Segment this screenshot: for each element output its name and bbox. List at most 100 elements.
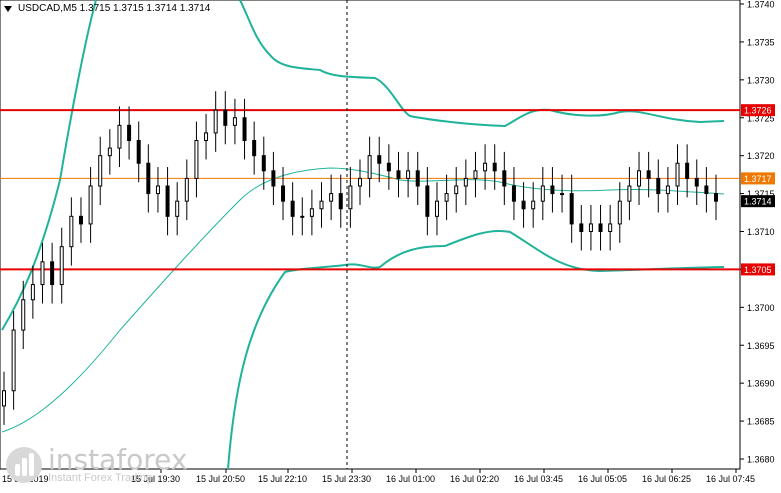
candle-body: [290, 200, 295, 217]
candle-body: [223, 109, 228, 126]
level-price-label: 1.3726: [744, 106, 772, 116]
candle-body: [213, 109, 218, 134]
candle-body: [98, 155, 103, 187]
candle-body: [560, 193, 565, 196]
instaforex-watermark: instaforex Instant Forex Trading: [6, 446, 187, 484]
x-tick-label: 16 Jul 07:45: [706, 474, 755, 484]
candle-body: [78, 215, 83, 225]
candle-body: [155, 185, 160, 195]
y-tick-label: 1.3735: [747, 37, 775, 47]
watermark-name: instaforex: [48, 443, 188, 476]
candle-body: [685, 162, 690, 179]
instaforex-logo-icon: [6, 447, 42, 483]
chart-title: USDCAD,M5 1.3715 1.3715 1.3714 1.3714: [4, 3, 210, 14]
candle-body: [232, 117, 237, 126]
plot-area: [0, 0, 741, 470]
current-price-label: 1.3714: [744, 197, 772, 207]
x-tick-label: 15 Jul 23:30: [322, 474, 371, 484]
candle-body: [59, 246, 64, 286]
y-tick-label: 1.3700: [747, 303, 775, 313]
candle-body: [30, 284, 35, 301]
level-price-label: 1.3705: [744, 265, 772, 275]
candle-body: [588, 223, 593, 233]
candle-body: [261, 155, 266, 172]
candle-body: [2, 390, 6, 407]
x-tick-label: 16 Jul 05:05: [578, 474, 627, 484]
y-tick-label: 1.3680: [747, 455, 775, 465]
candle-body: [300, 215, 305, 218]
candle-body: [675, 162, 680, 187]
candle-body: [194, 140, 199, 179]
candle-body: [107, 147, 112, 157]
candle-body: [521, 200, 526, 210]
candle-body: [617, 200, 622, 225]
candle-body: [338, 193, 343, 210]
candle-body: [463, 177, 468, 187]
candle-body: [406, 170, 411, 179]
candle-body: [11, 329, 16, 392]
x-tick-label: 16 Jul 03:45: [514, 474, 563, 484]
candle-body: [69, 215, 74, 248]
x-tick-label: 16 Jul 06:25: [642, 474, 691, 484]
candle-body: [656, 177, 661, 195]
candle-body: [204, 132, 209, 142]
candle-body: [136, 140, 141, 164]
candle-body: [627, 185, 632, 202]
candle-body: [386, 162, 391, 172]
price-chart[interactable]: 1.37401.37351.37301.37251.37201.37151.37…: [0, 0, 781, 489]
candle-body: [348, 185, 353, 210]
candle-body: [550, 185, 555, 195]
candle-body: [21, 299, 26, 331]
y-tick-label: 1.3685: [747, 417, 775, 427]
candle-body: [714, 193, 718, 202]
y-tick-label: 1.3720: [747, 151, 775, 161]
candle-body: [271, 170, 276, 187]
candle-body: [502, 170, 507, 187]
candle-body: [608, 223, 613, 233]
candle-body: [492, 162, 497, 172]
candle-body: [646, 170, 651, 179]
candle-body: [454, 185, 459, 195]
y-tick-label: 1.3710: [747, 227, 775, 237]
y-tick-label: 1.3740: [747, 0, 775, 10]
candle-body: [377, 155, 382, 164]
candle-body: [598, 223, 603, 233]
candle-body: [117, 124, 122, 149]
y-tick-label: 1.3690: [747, 379, 775, 389]
candle-body: [569, 193, 574, 225]
level-price-label: 1.3717: [744, 174, 772, 184]
candle-body: [511, 185, 516, 202]
candle-body: [694, 177, 699, 187]
candle-body: [396, 170, 401, 179]
candle-body: [329, 193, 334, 202]
candle-body: [242, 117, 247, 141]
x-tick-label: 16 Jul 01:00: [386, 474, 435, 484]
candle-body: [309, 208, 314, 217]
candle-body: [415, 170, 420, 187]
candle-body: [637, 170, 642, 187]
candle-body: [50, 261, 55, 286]
candle-body: [127, 124, 132, 142]
candle-body: [358, 177, 362, 187]
dropdown-triangle-icon[interactable]: [4, 5, 12, 12]
x-tick-label: 16 Jul 02:20: [450, 474, 499, 484]
price-axis: 1.37401.37351.37301.37251.37201.37151.37…: [740, 0, 775, 465]
candle-body: [40, 261, 45, 286]
x-tick-label: 15 Jul 22:10: [258, 474, 307, 484]
candle-body: [165, 185, 170, 217]
candle-body: [367, 155, 372, 179]
y-tick-label: 1.3695: [747, 341, 775, 351]
candle-body: [146, 162, 151, 195]
candle-body: [319, 200, 324, 210]
candle-body: [425, 185, 430, 217]
candle-body: [473, 170, 478, 179]
candle-body: [531, 200, 536, 210]
candle-body: [579, 223, 584, 233]
candle-body: [665, 185, 670, 195]
candle-body: [175, 200, 180, 217]
symbol-quote: USDCAD,M5 1.3715 1.3715 1.3714 1.3714: [18, 3, 211, 14]
candle-body: [88, 185, 93, 225]
y-tick-label: 1.3730: [747, 75, 775, 85]
candle-body: [540, 185, 545, 202]
candle-body: [434, 200, 439, 217]
